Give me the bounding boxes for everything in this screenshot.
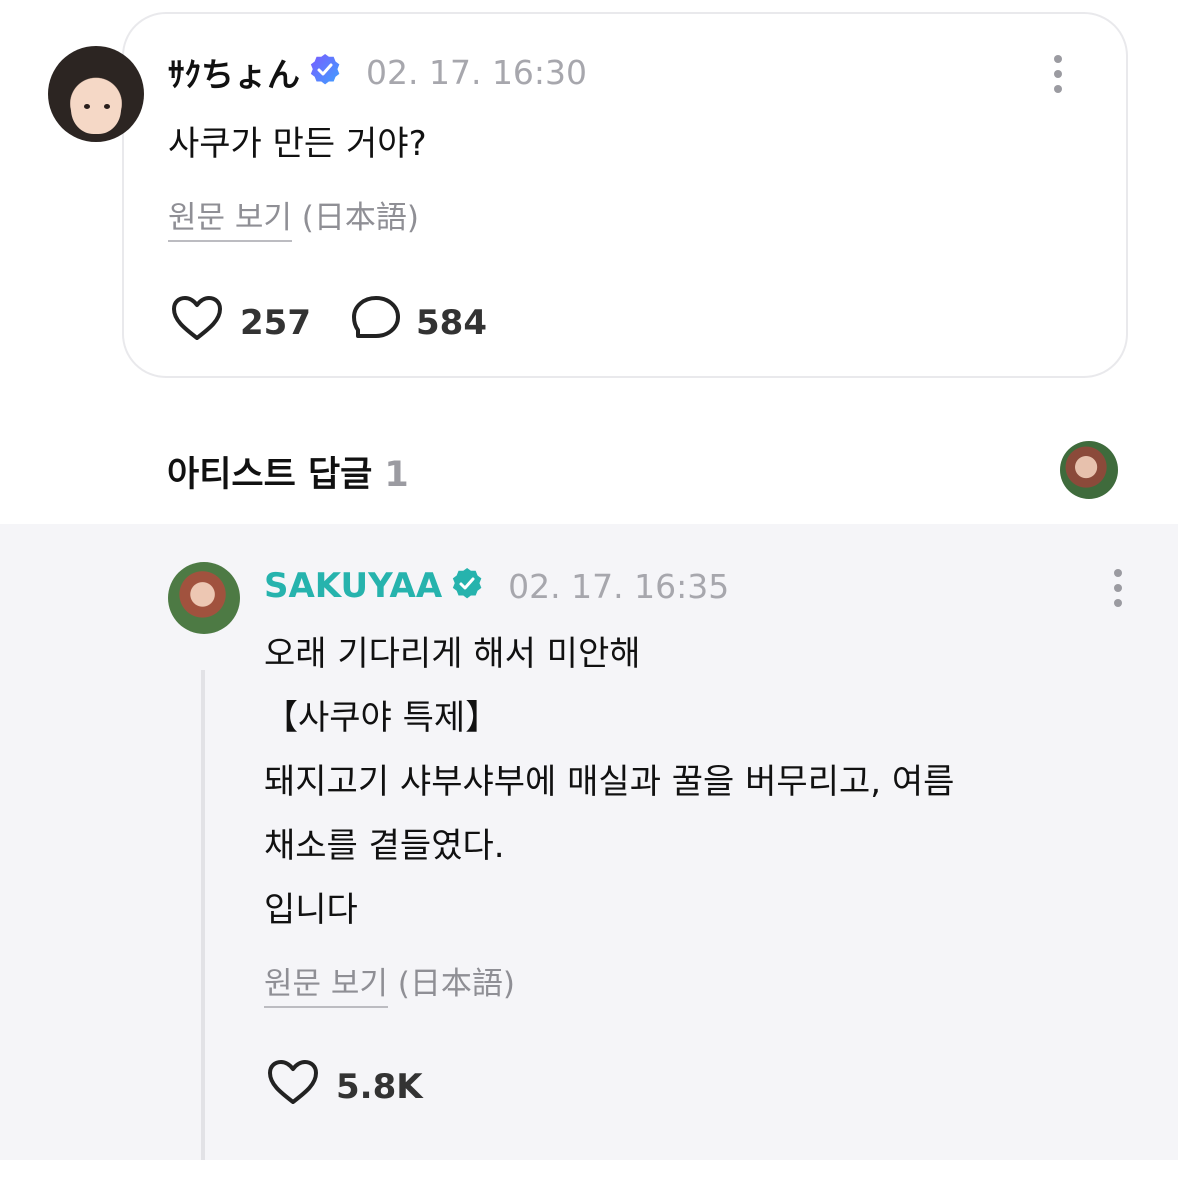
reply-translate[interactable]: 원문 보기 (日本語): [264, 958, 515, 1008]
post-like[interactable]: 257: [170, 294, 311, 351]
reply-translate-link[interactable]: 원문 보기: [264, 966, 388, 1008]
artist-avatar[interactable]: [168, 562, 240, 634]
post-translate-lang: (日本語): [301, 200, 419, 236]
verified-badge-icon: [450, 567, 484, 605]
post-like-count: 257: [240, 302, 311, 343]
artist-replies-header: 아티스트 답글 1: [167, 446, 409, 497]
artist-replies-count: 1: [384, 455, 409, 495]
reply-like[interactable]: 5.8K: [266, 1058, 423, 1115]
post-comment-count: 584: [416, 302, 487, 343]
post-translate[interactable]: 원문 보기 (日本語): [168, 192, 419, 242]
reply-timestamp: 02. 17. 16:35: [508, 566, 730, 606]
post-text: 사쿠가 만든 거야?: [168, 124, 427, 164]
post-translate-link[interactable]: 원문 보기: [168, 200, 292, 242]
verified-badge-icon: [308, 53, 342, 91]
heart-icon[interactable]: [170, 294, 224, 351]
post-author-name[interactable]: ｻｸちょん: [168, 48, 300, 96]
thread-line: [201, 670, 205, 1160]
reply-more-icon[interactable]: [1113, 569, 1123, 607]
comment-icon[interactable]: [350, 294, 402, 351]
reply-like-count: 5.8K: [336, 1066, 423, 1107]
reply-text: 오래 기다리게 해서 미안해 【사쿠야 특제】 돼지고기 샤부샤부에 매실과 꿀…: [264, 634, 955, 930]
fan-avatar[interactable]: [48, 46, 144, 142]
post-header: ｻｸちょん 02. 17. 16:30: [168, 48, 588, 96]
post-comment[interactable]: 584: [350, 294, 487, 351]
reply-header: SAKUYAA 02. 17. 16:35: [264, 564, 729, 608]
reply-author-name[interactable]: SAKUYAA: [264, 566, 442, 606]
reply-translate-lang: (日本語): [397, 966, 515, 1002]
post-more-icon[interactable]: [1053, 55, 1063, 93]
heart-icon[interactable]: [266, 1058, 320, 1115]
artist-avatar-small[interactable]: [1060, 441, 1118, 499]
artist-replies-title: 아티스트 답글: [167, 455, 373, 495]
post-timestamp: 02. 17. 16:30: [366, 52, 588, 92]
